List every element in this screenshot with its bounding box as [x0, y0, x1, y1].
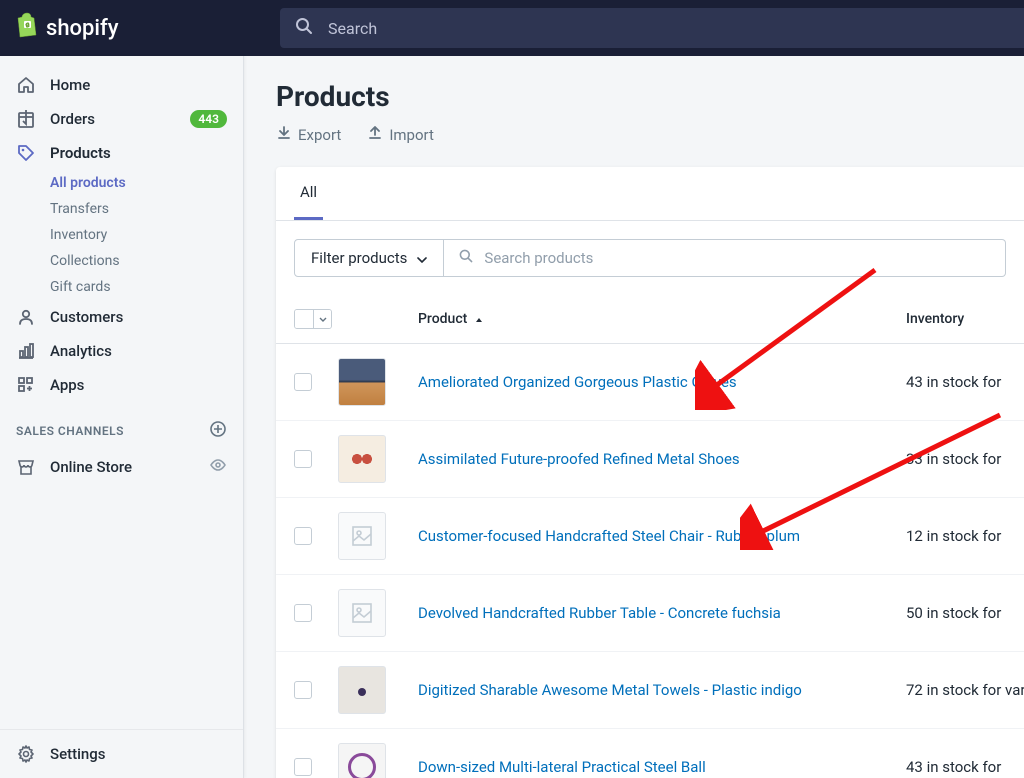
product-link[interactable]: Devolved Handcrafted Rubber Table - Conc… [418, 604, 906, 622]
product-row: Assimilated Future-proofed Refined Metal… [276, 421, 1024, 498]
product-link[interactable]: Digitized Sharable Awesome Metal Towels … [418, 681, 906, 699]
sales-channels-heading: SALES CHANNELS [0, 402, 243, 449]
orders-badge: 443 [190, 110, 227, 128]
shopify-bag-icon [16, 12, 40, 44]
tabs: All [276, 167, 1024, 221]
filter-products-button[interactable]: Filter products [294, 239, 444, 277]
search-placeholder: Search [328, 19, 377, 38]
products-card: All Filter products Search products [276, 167, 1024, 778]
select-all-dropdown[interactable] [313, 310, 331, 328]
product-thumbnail[interactable] [338, 743, 386, 778]
sidebar-item-home[interactable]: Home [0, 68, 243, 102]
product-link[interactable]: Down-sized Multi-lateral Practical Steel… [418, 758, 906, 776]
product-link[interactable]: Ameliorated Organized Gorgeous Plastic G… [418, 373, 906, 391]
sidebar-item-orders[interactable]: Orders 443 [0, 102, 243, 136]
orders-icon [16, 109, 36, 129]
page-actions: Export Import [276, 125, 1024, 145]
store-icon [16, 457, 36, 477]
column-product[interactable]: Product [418, 311, 906, 327]
nav-label: Products [50, 144, 111, 162]
product-row: Down-sized Multi-lateral Practical Steel… [276, 729, 1024, 778]
sidebar: Home Orders 443 Products All products Tr… [0, 56, 244, 778]
product-row: Devolved Handcrafted Rubber Table - Conc… [276, 575, 1024, 652]
search-icon [294, 16, 328, 40]
product-row: Digitized Sharable Awesome Metal Towels … [276, 652, 1024, 729]
inventory-text: 12 in stock for [906, 527, 1006, 545]
sidebar-item-customers[interactable]: Customers [0, 300, 243, 334]
export-button[interactable]: Export [276, 125, 341, 145]
inventory-text: 43 in stock for [906, 758, 1006, 776]
top-bar: shopify Search [0, 0, 1024, 56]
nav-label: Customers [50, 308, 123, 326]
inventory-text: 50 in stock for [906, 604, 1006, 622]
sidebar-sub-gift-cards[interactable]: Gift cards [0, 274, 243, 300]
product-thumbnail[interactable] [338, 512, 386, 560]
apps-icon [16, 375, 36, 395]
nav-label: Apps [50, 376, 84, 394]
product-thumbnail[interactable] [338, 358, 386, 406]
brand-name: shopify [46, 16, 119, 41]
sidebar-item-apps[interactable]: Apps [0, 368, 243, 402]
search-products-input[interactable]: Search products [444, 239, 1006, 277]
sidebar-item-settings[interactable]: Settings [0, 729, 243, 778]
page-title: Products [276, 80, 1024, 113]
brand-logo[interactable]: shopify [0, 12, 244, 44]
products-icon [16, 143, 36, 163]
row-checkbox[interactable] [294, 450, 312, 468]
product-thumbnail[interactable] [338, 435, 386, 483]
customers-icon [16, 307, 36, 327]
product-link[interactable]: Customer-focused Handcrafted Steel Chair… [418, 527, 906, 545]
product-row: Customer-focused Handcrafted Steel Chair… [276, 498, 1024, 575]
sidebar-item-analytics[interactable]: Analytics [0, 334, 243, 368]
row-checkbox[interactable] [294, 373, 312, 391]
product-link[interactable]: Assimilated Future-proofed Refined Metal… [418, 450, 906, 468]
nav-label: Analytics [50, 342, 112, 360]
inventory-text: 43 in stock for [906, 373, 1006, 391]
home-icon [16, 75, 36, 95]
inventory-text: 33 in stock for [906, 450, 1006, 468]
add-channel-button[interactable] [209, 420, 227, 441]
import-button[interactable]: Import [367, 125, 434, 145]
nav-label: Settings [50, 745, 106, 763]
select-all-checkbox[interactable] [294, 309, 332, 329]
search-icon [458, 248, 474, 268]
sidebar-sub-all-products[interactable]: All products [0, 170, 243, 196]
channel-online-store[interactable]: Online Store [0, 449, 243, 485]
caret-down-icon [417, 249, 427, 267]
channel-label: Online Store [50, 458, 132, 476]
sidebar-sub-collections[interactable]: Collections [0, 248, 243, 274]
row-checkbox[interactable] [294, 681, 312, 699]
gear-icon [16, 744, 36, 764]
inventory-text: 72 in stock for variants [906, 681, 1006, 699]
export-icon [276, 125, 292, 145]
row-checkbox[interactable] [294, 604, 312, 622]
global-search[interactable]: Search [280, 8, 1024, 48]
nav-label: Home [50, 76, 90, 94]
row-checkbox[interactable] [294, 758, 312, 776]
filter-row: Filter products Search products [276, 221, 1024, 295]
tab-all[interactable]: All [294, 167, 323, 220]
column-inventory[interactable]: Inventory [906, 311, 1006, 327]
analytics-icon [16, 341, 36, 361]
view-store-button[interactable] [209, 456, 227, 478]
sort-asc-icon [475, 311, 483, 327]
main-content: Products Export Import All Filter [244, 56, 1024, 778]
import-icon [367, 125, 383, 145]
nav-label: Orders [50, 110, 95, 128]
product-thumbnail[interactable] [338, 589, 386, 637]
product-row: Ameliorated Organized Gorgeous Plastic G… [276, 344, 1024, 421]
sidebar-sub-transfers[interactable]: Transfers [0, 196, 243, 222]
product-thumbnail[interactable] [338, 666, 386, 714]
sidebar-item-products[interactable]: Products [0, 136, 243, 170]
sidebar-sub-inventory[interactable]: Inventory [0, 222, 243, 248]
table-header: Product Inventory [276, 295, 1024, 344]
row-checkbox[interactable] [294, 527, 312, 545]
